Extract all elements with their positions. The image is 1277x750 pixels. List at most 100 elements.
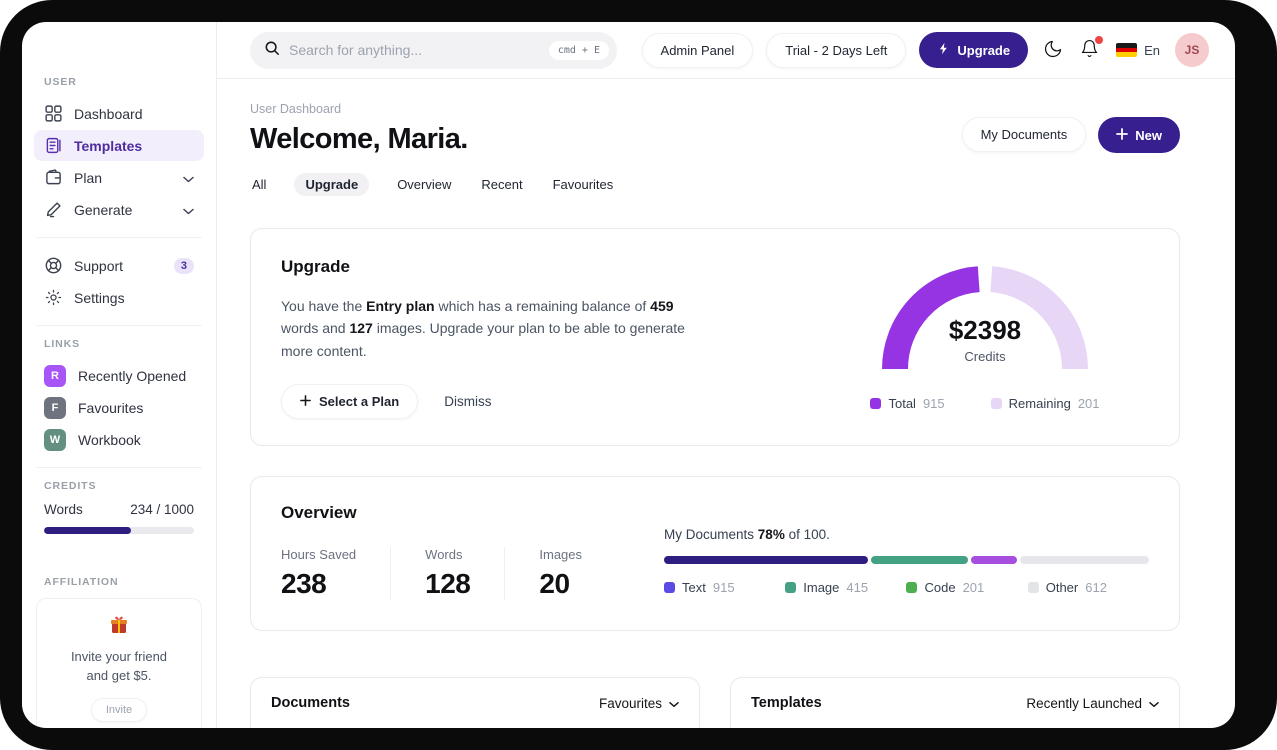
moon-icon — [1043, 39, 1063, 62]
sidebar-item-templates[interactable]: Templates — [34, 130, 204, 161]
segment-image — [870, 556, 968, 565]
lightning-icon — [937, 42, 950, 58]
upgrade-button[interactable]: Upgrade — [919, 32, 1029, 68]
device-frame: USER Dashboard Templates Plan Generate S… — [0, 0, 1277, 750]
link-initial-badge: R — [44, 364, 66, 387]
overview-card-title: Overview — [281, 503, 357, 523]
chevron-down-icon — [183, 202, 194, 218]
admin-panel-button[interactable]: Admin Panel — [641, 32, 754, 68]
upgrade-card-title: Upgrade — [281, 257, 350, 276]
search-bar[interactable]: cmd + E — [250, 31, 617, 69]
affiliation-card: Invite your friend and get $5. Invite — [36, 598, 202, 728]
gauge-legend-total: Total 915 — [870, 396, 945, 411]
breadcrumb: User Dashboard — [250, 102, 342, 116]
sidebar-item-label: Support — [74, 257, 124, 274]
app-window: USER Dashboard Templates Plan Generate S… — [22, 22, 1235, 728]
chevron-down-icon — [669, 696, 679, 711]
documents-filter-dropdown[interactable]: Favourites — [599, 696, 679, 711]
sidebar-item-settings[interactable]: Settings — [34, 282, 204, 313]
page-title: Welcome, Maria. — [250, 123, 468, 155]
sidebar-link-workbook[interactable]: W Workbook — [34, 424, 204, 455]
language-selector[interactable]: En — [1114, 41, 1162, 60]
invite-button[interactable]: Invite — [90, 697, 148, 722]
notifications-button[interactable] — [1078, 36, 1104, 63]
legend-text: Text 915 — [664, 580, 785, 595]
sidebar-section-affiliation: AFFILIATION — [44, 576, 119, 588]
gauge-center-label: Credits — [964, 349, 1006, 364]
gear-icon — [44, 289, 62, 306]
tab-upgrade[interactable]: Upgrade — [294, 173, 370, 196]
overview-card-left: Overview Hours Saved 238 Words 128 Image… — [281, 503, 616, 601]
sidebar-item-label: Generate — [74, 201, 133, 218]
support-count-badge: 3 — [173, 257, 194, 274]
stacked-bar — [664, 556, 1149, 565]
upgrade-card-body: You have the Entry plan which has a rema… — [281, 298, 685, 359]
tab-all[interactable]: All — [250, 173, 268, 196]
legend-code: Code 201 — [906, 580, 1027, 595]
legend-swatch — [906, 582, 918, 594]
segment-code — [970, 556, 1017, 565]
legend-swatch — [785, 582, 797, 594]
link-initial-badge: W — [44, 428, 66, 451]
legend-swatch — [664, 582, 676, 594]
dark-mode-toggle[interactable] — [1041, 37, 1065, 64]
sidebar-link-recently-opened[interactable]: R Recently Opened — [34, 360, 204, 391]
upgrade-card-left: Upgrade You have the Entry plan which ha… — [281, 257, 691, 420]
sidebar-item-support[interactable]: Support 3 — [34, 250, 204, 281]
sidebar-item-label: Plan — [74, 169, 103, 186]
tab-recent[interactable]: Recent — [479, 173, 524, 196]
sidebar-item-label: Templates — [74, 137, 143, 154]
legend-swatch — [990, 398, 1002, 409]
credits-words-label: Words — [44, 502, 83, 517]
sidebar-item-label: Settings — [74, 289, 125, 306]
gift-icon — [109, 616, 129, 639]
sidebar-item-generate[interactable]: Generate — [34, 194, 204, 225]
chevron-down-icon — [183, 170, 194, 186]
new-button[interactable]: New — [1098, 117, 1180, 153]
sidebar-section-credits: CREDITS — [44, 480, 97, 492]
topbar: cmd + E Admin Panel Trial - 2 Days Left … — [217, 22, 1235, 79]
my-documents-button[interactable]: My Documents — [961, 117, 1087, 152]
search-shortcut: cmd + E — [548, 40, 609, 60]
search-input[interactable] — [289, 42, 549, 58]
trial-status-button[interactable]: Trial - 2 Days Left — [766, 32, 907, 68]
sidebar-item-plan[interactable]: Plan — [34, 162, 204, 193]
affiliation-text: Invite your friend and get $5. — [70, 649, 168, 683]
dashboard-grid-icon — [44, 105, 62, 122]
generate-pencil-icon — [44, 201, 62, 218]
stat-words: Words 128 — [390, 547, 504, 601]
sidebar-link-favourites[interactable]: F Favourites — [34, 392, 204, 423]
user-avatar[interactable]: JS — [1175, 33, 1209, 67]
documents-card-title: Documents — [271, 695, 350, 712]
words-progress-fill — [44, 527, 131, 534]
documents-card: Documents Favourites Untitled Document i… — [250, 677, 700, 728]
sidebar-divider — [36, 467, 202, 468]
templates-doc-icon — [44, 137, 62, 154]
notification-dot — [1095, 36, 1104, 44]
support-lifebuoy-icon — [44, 257, 62, 274]
segment-other — [1019, 556, 1149, 565]
words-progress-track — [44, 527, 194, 534]
credits-gauge: $2398 Credits Total 915 Remaining 201 — [835, 257, 1135, 419]
legend-swatch — [1027, 582, 1039, 594]
plus-icon — [1116, 127, 1129, 143]
gauge-legend-remaining: Remaining 201 — [990, 396, 1100, 411]
documents-progress-title: My Documents 78% of 100. — [664, 527, 830, 543]
gauge-center-value: $2398 — [948, 315, 1022, 345]
dismiss-button[interactable]: Dismiss — [444, 394, 491, 409]
legend-other: Other 612 — [1027, 580, 1149, 595]
legend-image: Image 415 — [785, 580, 906, 595]
sidebar-link-label: Recently Opened — [78, 367, 187, 384]
tab-favourites[interactable]: Favourites — [551, 173, 616, 196]
sidebar-section-links: LINKS — [44, 338, 80, 350]
tab-overview[interactable]: Overview — [395, 173, 453, 196]
legend-swatch — [870, 398, 882, 409]
sidebar-link-label: Favourites — [78, 399, 144, 416]
flag-germany-icon — [1116, 43, 1138, 57]
sidebar-item-dashboard[interactable]: Dashboard — [34, 98, 204, 129]
link-initial-badge: F — [44, 396, 66, 419]
sidebar-section-user: USER — [44, 76, 77, 88]
select-plan-button[interactable]: Select a Plan — [281, 384, 419, 420]
upgrade-card: Upgrade You have the Entry plan which ha… — [250, 228, 1180, 447]
templates-filter-dropdown[interactable]: Recently Launched — [1026, 696, 1159, 711]
